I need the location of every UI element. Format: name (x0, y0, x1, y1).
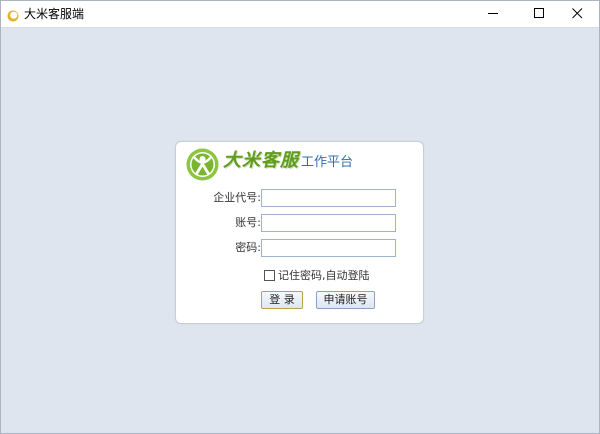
remember-label: 记住密码,自动登陆 (278, 269, 370, 282)
close-button[interactable] (555, 1, 600, 27)
remember-checkbox[interactable] (264, 270, 275, 281)
password-input[interactable] (261, 239, 396, 257)
brand-subtitle: 工作平台 (301, 155, 354, 170)
maximize-icon (534, 8, 544, 18)
password-row: 密码: (176, 239, 423, 257)
login-button[interactable]: 登 录 (261, 291, 303, 309)
login-panel: 大米客服 工作平台 企业代号: 账号: 密码: 记住密码,自动登陆 登 录 申请… (175, 141, 424, 324)
apply-account-button[interactable]: 申请账号 (316, 291, 375, 309)
brand-name: 大米客服 (223, 150, 299, 171)
account-row: 账号: (176, 214, 423, 232)
company-code-row: 企业代号: (176, 189, 423, 207)
account-label: 账号: (235, 216, 261, 229)
company-code-label: 企业代号: (213, 191, 261, 204)
brand-logo-icon (186, 148, 219, 181)
title-bar[interactable]: 大米客服端 (1, 1, 599, 28)
company-code-input[interactable] (261, 189, 396, 207)
app-logo-icon (7, 7, 19, 22)
minimize-icon (488, 13, 498, 14)
close-icon (572, 8, 583, 19)
password-label: 密码: (235, 241, 261, 254)
app-window: 大米客服端 大米客服 工作平台 企业代号: 账号: 密码: 记住密码,自动登陆 … (0, 0, 600, 434)
minimize-button[interactable] (471, 1, 517, 27)
account-input[interactable] (261, 214, 396, 232)
window-title: 大米客服端 (24, 7, 85, 21)
